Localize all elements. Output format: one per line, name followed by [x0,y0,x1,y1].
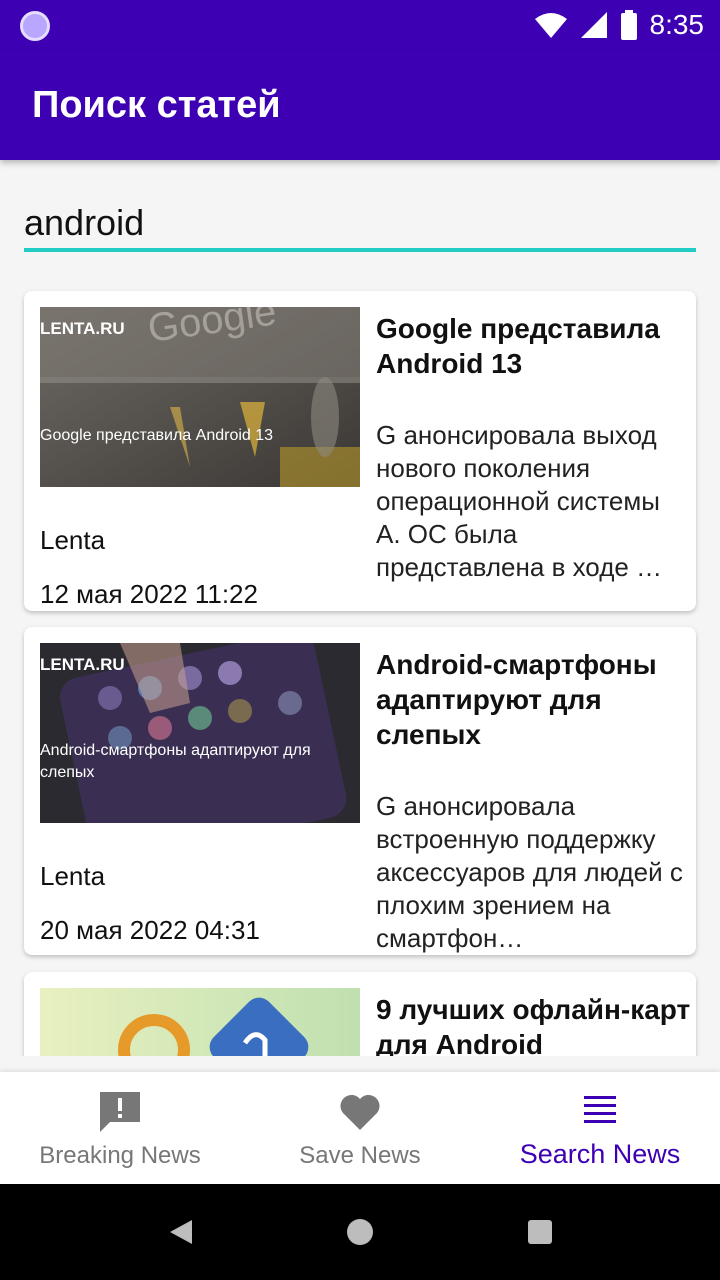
article-title: 9 лучших офлайн-карт для Android [376,994,691,1056]
app-bar: Поиск статей [0,50,720,160]
recents-icon[interactable] [527,1219,553,1245]
nav-label: Search News [519,1139,681,1169]
article-date: 12 мая 2022 11:22 [40,579,258,609]
cell-signal-icon [580,12,607,38]
article-source: Lenta [40,525,106,555]
status-icons: 8:35 [534,6,705,44]
article-thumbnail [40,988,360,1056]
thumbnail-source-label: LENTA.RU [40,655,125,674]
status-time: 8:35 [649,9,705,40]
bottom-navigation: Breaking News Save News Search News [0,1072,720,1184]
page-title: Поиск статей [32,84,281,126]
article-card[interactable]: LENTA.RU Android-смартфоны адаптируют дл… [24,627,696,955]
status-bar: 8:35 [0,0,720,50]
nav-item-breaking-news[interactable]: Breaking News [0,1072,240,1184]
search-input[interactable] [24,190,696,248]
nav-label: Breaking News [39,1142,201,1169]
thumbnail-source-label: LENTA.RU [40,319,125,338]
menu-lines-icon [584,1096,616,1123]
sync-status-icon [20,11,50,41]
home-icon[interactable] [346,1218,374,1246]
thumbnail-caption: Android-смартфоны адаптируют для слепых [40,742,311,781]
nav-item-search-news[interactable]: Search News [480,1072,720,1184]
article-description: G анонсировала выход нового поколения оп… [376,420,663,582]
article-title: Android-смартфоны адаптируют для слепых [376,649,657,750]
article-thumbnail: Google LENTA.RU Google представила Andro… [40,307,360,487]
article-source: Lenta [40,861,106,891]
nav-label: Save News [299,1142,421,1169]
article-card[interactable]: 9 лучших офлайн-карт для Android [24,972,696,1056]
search-field[interactable] [24,190,696,252]
article-title: Google представила Android 13 [376,313,660,379]
nav-item-save-news[interactable]: Save News [240,1072,480,1184]
thumbnail-caption: Google представила Android 13 [40,427,274,444]
wifi-icon [534,13,567,38]
battery-icon [620,10,637,40]
system-navigation-bar [0,1184,720,1280]
article-description: G анонсировала встроенную поддержку аксе… [376,791,683,953]
article-card[interactable]: Google LENTA.RU Google представила Andro… [24,291,696,611]
map-apps-graphic [40,988,360,1056]
heart-icon [340,1094,380,1130]
article-thumbnail: LENTA.RU Android-смартфоны адаптируют дл… [40,643,360,823]
alert-message-icon [100,1092,140,1132]
article-date: 20 мая 2022 04:31 [40,915,260,945]
back-icon[interactable] [166,1218,194,1246]
article-list[interactable]: Google LENTA.RU Google представила Andro… [0,270,720,1056]
